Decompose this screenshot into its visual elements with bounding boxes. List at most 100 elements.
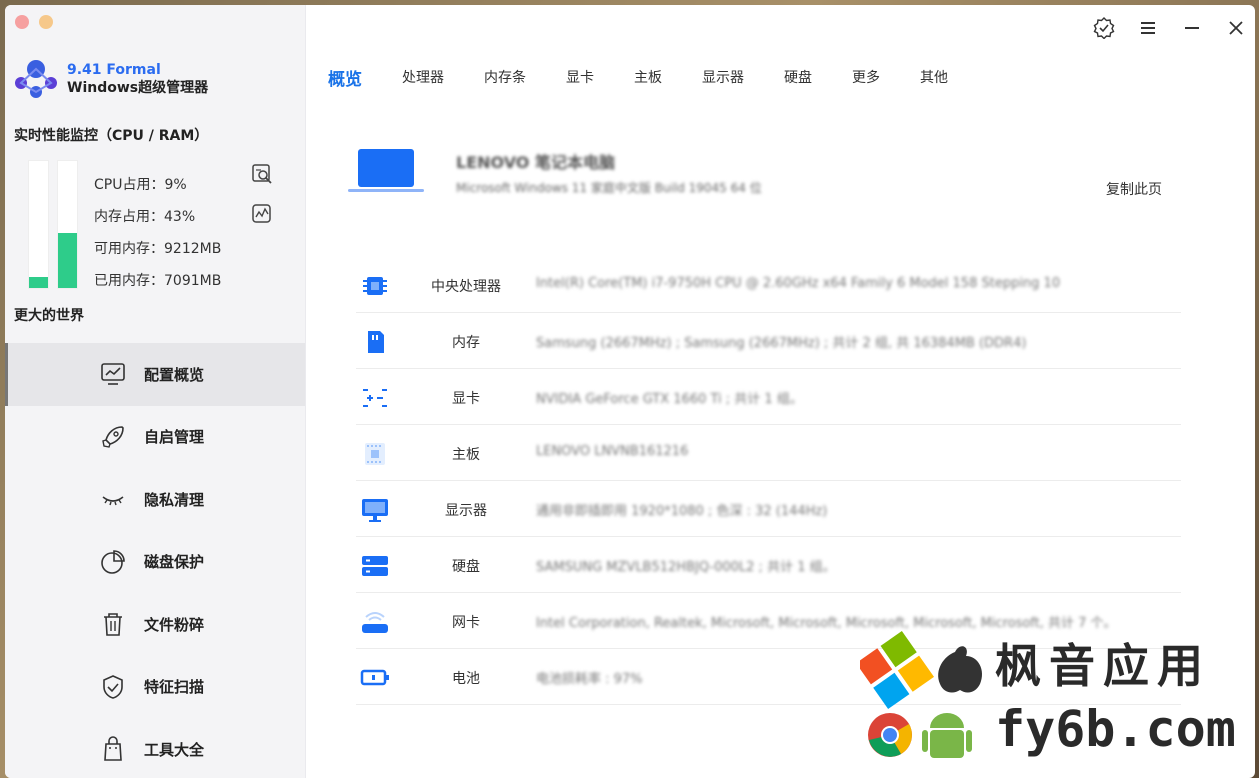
display-icon (362, 499, 388, 522)
tab-display[interactable]: 显示器 (702, 67, 744, 92)
spec-row-gpu: 显卡 NVIDIA GeForce GTX 1660 Ti ; 共计 1 组。 (356, 370, 1181, 425)
mem-monitor-icon[interactable] (251, 203, 273, 225)
monitor-chart-icon (101, 363, 125, 386)
app-name: Windows超级管理器 (67, 80, 209, 96)
cpu-usage-text: CPU占用：9% (94, 177, 187, 193)
window-controls (15, 15, 53, 29)
close-dot-button[interactable] (15, 15, 29, 29)
tab-gpu[interactable]: 显卡 (566, 67, 594, 92)
spec-value: 通用非即插即用 1920*1080 ; 色深 : 32 (144Hz) (536, 504, 828, 519)
laptop-icon (348, 149, 424, 192)
mem-usage-fill (58, 233, 77, 288)
sidebar-item-file-shred[interactable]: 文件粉碎 (5, 593, 305, 656)
sidebar-item-label: 自启管理 (144, 428, 205, 447)
cpu-usage-fill (29, 277, 48, 288)
close-icon (1229, 21, 1243, 35)
brand: 9.41 Formal Windows超级管理器 (13, 57, 208, 101)
watermark-text-url: fy6b.com (995, 700, 1236, 758)
spec-label: 硬盘 (452, 559, 480, 575)
mem-usage-bar (57, 160, 78, 289)
tab-processor[interactable]: 处理器 (402, 67, 444, 92)
spec-label: 显卡 (452, 391, 480, 407)
spec-label: 显示器 (445, 503, 487, 519)
battery-icon (360, 669, 389, 686)
spec-row-cpu: 中央处理器 Intel(R) Core(TM) i7-9750H CPU @ 2… (356, 258, 1181, 313)
category-tabs: 概览 处理器 内存条 显卡 主板 显示器 硬盘 更多 其他 (328, 67, 988, 92)
watermark: 枫音应用 fy6b.com (856, 630, 1255, 770)
bag-icon (104, 736, 122, 762)
usage-bars (28, 160, 78, 289)
sidebar-item-label: 工具大全 (144, 740, 205, 759)
monitor-stats: CPU占用：9% 内存占用：43% 可用内存：9212MB 已用内存：7091M… (94, 170, 221, 298)
sidebar-item-config-overview[interactable]: 配置概览 (5, 343, 305, 406)
sidebar: 9.41 Formal Windows超级管理器 实时性能监控（CPU / RA… (5, 5, 306, 778)
cpu-monitor-icon[interactable] (251, 163, 273, 185)
device-name: LENOVO 笔记本电脑 (456, 153, 615, 172)
spec-value: Intel Corporation, Realtek, Microsoft, M… (536, 616, 1117, 631)
minimize-dot-button[interactable] (39, 15, 53, 29)
spec-value: LENOVO LNVNB161216 (536, 444, 689, 459)
close-button[interactable] (1225, 17, 1247, 39)
tab-memory[interactable]: 内存条 (484, 67, 526, 92)
mem-available-text: 可用内存：9212MB (94, 241, 222, 257)
copy-page-button[interactable]: 复制此页 (1106, 179, 1162, 199)
sidebar-item-label: 文件粉碎 (144, 615, 205, 634)
spec-label: 主板 (452, 447, 480, 463)
pie-chart-icon (101, 549, 125, 574)
spec-row-disk: 硬盘 SAMSUNG MZVLB512HBJQ-000L2 ; 共计 1 组。 (356, 538, 1181, 593)
sidebar-item-label: 特征扫描 (144, 678, 205, 697)
motherboard-icon (365, 443, 385, 465)
closed-eye-icon (102, 496, 124, 506)
watermark-text-cn: 枫音应用 (995, 639, 1211, 693)
spec-value: Intel(R) Core(TM) i7-9750H CPU @ 2.60GHz… (536, 276, 1061, 291)
hard-disk-icon (362, 556, 388, 576)
tab-disk[interactable]: 硬盘 (784, 67, 812, 92)
app-logo-icon (15, 60, 57, 98)
sidebar-item-toolbox[interactable]: 工具大全 (5, 718, 305, 778)
trash-icon (104, 613, 122, 637)
tab-more[interactable]: 更多 (852, 67, 880, 92)
spec-value: NVIDIA GeForce GTX 1660 Ti ; 共计 1 组。 (536, 392, 803, 407)
memory-card-icon (368, 331, 384, 353)
rocket-icon (102, 425, 124, 448)
shield-check-icon (103, 674, 123, 699)
gpu-icon (363, 389, 387, 407)
mem-usage-text: 内存占用：43% (94, 209, 196, 225)
spec-row-memory: 内存 Samsung (2667MHz) ; Samsung (2667MHz)… (356, 314, 1181, 369)
cpu-chip-icon (363, 277, 387, 295)
sidebar-item-label: 配置概览 (144, 365, 205, 384)
spec-label: 网卡 (452, 615, 480, 631)
mem-used-text: 已用内存：7091MB (94, 273, 222, 289)
tab-overview[interactable]: 概览 (328, 65, 362, 90)
sidebar-item-privacy[interactable]: 隐私清理 (5, 468, 305, 531)
device-os: Microsoft Windows 11 家庭中文版 Build 19045 6… (456, 181, 762, 195)
cpu-usage-bar (28, 160, 49, 289)
tab-motherboard[interactable]: 主板 (634, 67, 662, 92)
hamburger-icon (1141, 22, 1155, 34)
spec-label: 电池 (452, 671, 480, 687)
world-section-title: 更大的世界 (14, 308, 84, 324)
spec-row-motherboard: 主板 LENOVO LNVNB161216 (356, 426, 1181, 481)
sidebar-item-startup[interactable]: 自启管理 (5, 406, 305, 469)
minimize-icon (1185, 27, 1199, 29)
monitor-title: 实时性能监控（CPU / RAM） (14, 128, 209, 144)
menu-button[interactable] (1137, 17, 1159, 39)
app-version: 9.41 Formal (67, 62, 161, 78)
spec-value: 电池损耗率 : 97% (536, 672, 643, 687)
sidebar-item-feature-scan[interactable]: 特征扫描 (5, 656, 305, 719)
spec-value: SAMSUNG MZVLB512HBJQ-000L2 ; 共计 1 组。 (536, 560, 836, 575)
watermark-logo-icon (856, 631, 983, 758)
spec-row-display: 显示器 通用非即插即用 1920*1080 ; 色深 : 32 (144Hz) (356, 482, 1181, 537)
network-card-icon (362, 612, 388, 633)
minimize-button[interactable] (1181, 17, 1203, 39)
spec-label: 中央处理器 (431, 279, 501, 295)
sidebar-item-label: 隐私清理 (144, 490, 205, 509)
spec-label: 内存 (452, 335, 480, 351)
sidebar-item-disk-protect[interactable]: 磁盘保护 (5, 531, 305, 594)
verified-badge-icon (1093, 17, 1115, 39)
spec-value: Samsung (2667MHz) ; Samsung (2667MHz) ; … (536, 336, 1027, 351)
titlebar-actions (1093, 17, 1247, 39)
tab-other[interactable]: 其他 (920, 67, 948, 92)
verified-badge-button[interactable] (1093, 17, 1115, 39)
sidebar-nav: 配置概览 自启管理 隐私清理 磁盘保护 文件粉碎 特征扫描 工具大全 (5, 343, 305, 778)
